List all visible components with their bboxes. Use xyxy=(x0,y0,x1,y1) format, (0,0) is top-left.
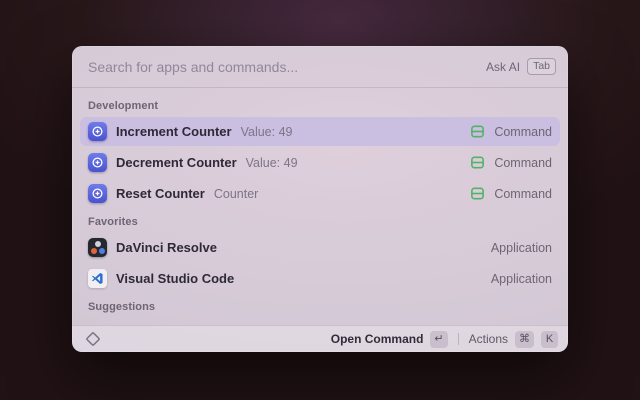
raycast-logo-icon xyxy=(85,331,101,347)
list-item-visual-studio-code[interactable]: Visual Studio Code Application xyxy=(80,264,560,293)
enter-key-badge[interactable]: ↵ xyxy=(430,331,447,348)
actions-button[interactable]: Actions xyxy=(469,332,508,346)
footer-divider xyxy=(458,333,459,345)
item-subtitle: Value: 49 xyxy=(246,156,298,170)
command-type-icon xyxy=(470,186,485,201)
item-title: DaVinci Resolve xyxy=(116,240,217,255)
list-item-davinci-resolve[interactable]: DaVinci Resolve Application xyxy=(80,233,560,262)
counter-icon xyxy=(88,153,107,172)
item-title: Decrement Counter xyxy=(116,155,237,170)
item-subtitle: Counter xyxy=(214,187,258,201)
item-type: Command xyxy=(494,125,552,139)
list-item-reset-counter[interactable]: Reset Counter Counter Command xyxy=(80,179,560,208)
item-title: Increment Counter xyxy=(116,124,232,139)
counter-icon xyxy=(88,122,107,141)
command-type-icon xyxy=(470,155,485,170)
footer-bar: Open Command ↵ Actions ⌘ K xyxy=(72,325,568,352)
ask-ai-button[interactable]: Ask AI Tab xyxy=(486,58,556,76)
search-input[interactable] xyxy=(88,59,486,75)
section-header-development: Development xyxy=(80,94,560,117)
item-type: Application xyxy=(491,241,552,255)
counter-icon xyxy=(88,184,107,203)
list-item-increment-counter[interactable]: Increment Counter Value: 49 Command xyxy=(80,117,560,146)
vscode-icon xyxy=(88,269,107,288)
launcher-window: Ask AI Tab Development Increment Counter… xyxy=(72,46,568,352)
tab-key-badge: Tab xyxy=(527,58,556,76)
item-title: Visual Studio Code xyxy=(116,271,234,286)
davinci-resolve-icon xyxy=(88,238,107,257)
command-type-icon xyxy=(470,124,485,139)
section-header-suggestions: Suggestions xyxy=(80,295,560,318)
item-type: Application xyxy=(491,272,552,286)
cmd-key-badge: ⌘ xyxy=(515,331,534,348)
results-list: Development Increment Counter Value: 49 … xyxy=(72,88,568,325)
search-bar: Ask AI Tab xyxy=(72,46,568,88)
section-header-favorites: Favorites xyxy=(80,210,560,233)
item-type: Command xyxy=(494,187,552,201)
open-command-button[interactable]: Open Command xyxy=(331,332,424,346)
list-item-decrement-counter[interactable]: Decrement Counter Value: 49 Command xyxy=(80,148,560,177)
item-subtitle: Value: 49 xyxy=(241,125,293,139)
item-title: Reset Counter xyxy=(116,186,205,201)
ask-ai-label: Ask AI xyxy=(486,60,520,74)
item-type: Command xyxy=(494,156,552,170)
k-key-badge: K xyxy=(541,331,558,348)
